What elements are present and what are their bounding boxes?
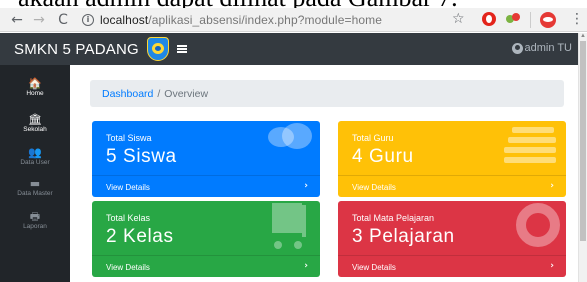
sidebar-item-data-master[interactable]: ▬ Data Master [0, 178, 70, 197]
card-value: 5 Siswa [106, 146, 177, 167]
card-total-guru: Total Guru 4 Guru View Details › [338, 121, 566, 197]
view-details-label: View Details [106, 263, 150, 272]
chevron-right-icon: › [550, 261, 554, 271]
breadcrumb-current: Overview [164, 88, 209, 100]
list-icon [504, 123, 560, 169]
school-logo [145, 37, 171, 61]
card-total-mata-pelajaran: Total Mata Pelajaran 3 Pelajaran View De… [338, 201, 566, 277]
user-name: admin TU [524, 42, 572, 54]
browser-toolbar: ← → C i localhost/aplikasi_absensi/index… [0, 8, 587, 32]
sidebar-item-label: Data User [20, 159, 50, 166]
sidebar: 🏠 Home 🏛 Sekolah 👥 Data User ▬ Data Mast… [0, 65, 70, 282]
user-menu[interactable]: admin TU [511, 42, 572, 54]
print-icon: 🖶 [29, 210, 41, 223]
folder-icon: ▬ [29, 177, 41, 190]
school-building-icon: 🏛 [28, 113, 42, 126]
breadcrumb: Dashboard / Overview [90, 80, 564, 107]
url-text[interactable]: localhost/aplikasi_absensi/index.php?mod… [100, 13, 382, 27]
comments-icon [268, 123, 314, 163]
view-details-link[interactable]: View Details › [338, 255, 566, 277]
back-icon[interactable]: ← [8, 11, 26, 29]
card-title: Total Siswa [106, 133, 152, 143]
address-bar[interactable]: i localhost/aplikasi_absensi/index.php?m… [82, 10, 382, 30]
cart-icon [272, 203, 312, 253]
opera-extension-icon[interactable] [482, 12, 496, 26]
view-details-link[interactable]: View Details › [92, 175, 320, 197]
users-icon: 👥 [28, 146, 42, 159]
home-icon: 🏠 [28, 77, 42, 90]
view-details-label: View Details [106, 183, 150, 192]
reload-icon[interactable]: C [54, 11, 72, 29]
sidebar-item-laporan[interactable]: 🖶 Laporan [0, 211, 70, 230]
sidebar-item-label: Laporan [23, 223, 47, 230]
toolbar-divider [530, 12, 531, 28]
bookmark-star-icon[interactable]: ☆ [452, 11, 465, 27]
card-title: Total Guru [352, 133, 394, 143]
page-scrollbar[interactable]: ▲ [578, 33, 587, 282]
info-icon[interactable]: i [82, 13, 94, 26]
view-details-link[interactable]: View Details › [338, 175, 566, 197]
card-value: 3 Pelajaran [352, 226, 455, 247]
profile-extension-icon[interactable] [540, 12, 556, 28]
document-caption: akaan admin dapat dilihat pada Gambar 7. [0, 0, 587, 8]
card-value: 2 Kelas [106, 226, 174, 247]
sidebar-item-label: Home [26, 90, 44, 97]
sidebar-item-sekolah[interactable]: 🏛 Sekolah [0, 114, 70, 133]
card-value: 4 Guru [352, 146, 414, 167]
browser-menu-icon[interactable]: ⋮ [570, 11, 584, 27]
chevron-right-icon: › [304, 181, 308, 191]
card-total-kelas: Total Kelas 2 Kelas View Details › [92, 201, 320, 277]
view-details-link[interactable]: View Details › [92, 255, 320, 277]
sidebar-item-home[interactable]: 🏠 Home [0, 78, 70, 97]
view-details-label: View Details [352, 263, 396, 272]
sidebar-item-label: Sekolah [23, 126, 47, 133]
app-navbar: SMKN 5 PADANG admin TU [0, 33, 578, 65]
hamburger-menu-icon[interactable] [176, 45, 187, 53]
life-ring-icon [516, 203, 560, 247]
brand-title[interactable]: SMKN 5 PADANG [14, 41, 139, 58]
scroll-thumb[interactable] [580, 41, 586, 241]
leaf-extension-icon[interactable] [506, 13, 520, 25]
url-path: /aplikasi_absensi/index.php?module=home [148, 12, 382, 27]
sidebar-item-data-user[interactable]: 👥 Data User [0, 147, 70, 166]
card-total-siswa: Total Siswa 5 Siswa View Details › [92, 121, 320, 197]
sidebar-item-label: Data Master [17, 190, 53, 197]
forward-icon[interactable]: → [30, 11, 48, 29]
chevron-right-icon: › [304, 261, 308, 271]
user-circle-icon [511, 42, 523, 54]
chevron-right-icon: › [550, 181, 554, 191]
view-details-label: View Details [352, 183, 396, 192]
card-title: Total Kelas [106, 213, 151, 223]
main-content: Dashboard / Overview Total Siswa 5 Siswa V… [70, 65, 578, 282]
breadcrumb-link-dashboard[interactable]: Dashboard [102, 88, 153, 100]
card-title: Total Mata Pelajaran [352, 213, 435, 223]
breadcrumb-divider: / [157, 88, 161, 100]
scroll-up-arrow-icon[interactable]: ▲ [580, 33, 586, 39]
url-host: localhost [100, 12, 149, 27]
